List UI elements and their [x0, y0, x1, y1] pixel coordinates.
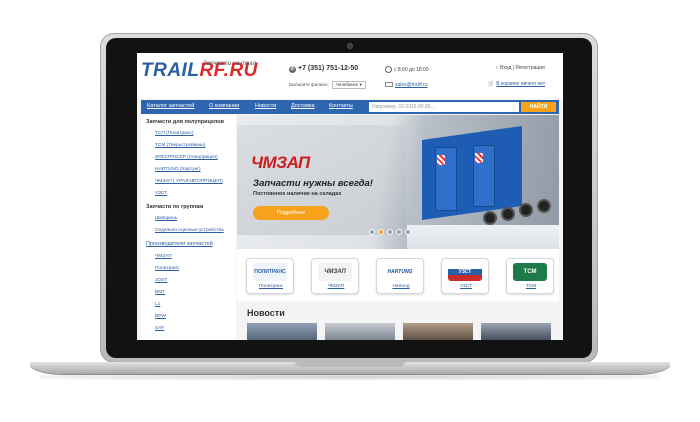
- sidebar-item-maker-jost[interactable]: JOST: [155, 278, 167, 283]
- logo-tagline: Запчасти на трал: [203, 61, 256, 67]
- cart-icon: 🛒: [488, 81, 495, 87]
- brand-card-politrans[interactable]: ПОЛИТРАНС Политранс: [246, 258, 294, 294]
- phone-icon: ✆: [289, 66, 296, 73]
- news-thumbnail[interactable]: [247, 323, 317, 340]
- wheel: [537, 199, 551, 213]
- sidebar-item-chmzap[interactable]: ЧМЗАП ( УРАЛАВТОПРИЦЕП): [155, 179, 223, 184]
- register-link[interactable]: Регистрация: [516, 65, 545, 71]
- product-mockup: TRAILRF.RU Запчасти на трал ✆ +7 (351) 75…: [0, 0, 700, 422]
- sidebar-item-hartung[interactable]: HARTUNG (Хартунг): [155, 167, 201, 172]
- banner-title: Запчасти нужны всегда!: [253, 178, 373, 189]
- nav-delivery[interactable]: Доставка: [291, 103, 315, 109]
- wheel: [501, 207, 515, 221]
- news-list: [247, 323, 559, 340]
- sidebar-section-manufacturers[interactable]: Производители запчастей: [146, 241, 213, 247]
- promo-banner: ЧМЗАП Запчасти нужны всегда! Постоянное …: [237, 115, 559, 249]
- laptop-shadow: [40, 374, 660, 380]
- banner-brand-logo: ЧМЗАП: [251, 153, 310, 172]
- brand-logo-uzst: УЗСТ: [448, 263, 482, 281]
- slider-dots: [369, 229, 414, 237]
- sidebar-item-uzst[interactable]: УЗСТ: [155, 191, 167, 196]
- camera-icon: [347, 43, 353, 49]
- snow-ground: [407, 225, 559, 249]
- sidebar-item-tsp[interactable]: ТСП (Политранс): [155, 131, 193, 136]
- brand-name: ЧМЗАП: [327, 284, 345, 289]
- wheel: [519, 203, 533, 217]
- site-logo[interactable]: TRAILRF.RU Запчасти на трал: [141, 60, 281, 90]
- warning-sign: [475, 153, 483, 163]
- laptop-notch: [295, 362, 405, 367]
- slide-dot-active[interactable]: [378, 229, 384, 235]
- slide-dot[interactable]: [405, 229, 411, 235]
- brand-card-chmzap[interactable]: ЧМЗАП ЧМЗАП: [311, 258, 359, 294]
- details-button[interactable]: Подробнее: [253, 206, 329, 220]
- brand-name: Hartung: [392, 284, 410, 289]
- sidebar-item-maker-saf[interactable]: SAF: [155, 326, 164, 331]
- news-heading: Новости: [247, 308, 285, 318]
- banner-subtitle: Постоянное наличие на складах: [253, 191, 342, 197]
- sidebar-item-specpricep[interactable]: SPECPRICEP (Спецприцеп): [155, 155, 218, 160]
- nav-about[interactable]: О компании: [209, 103, 239, 109]
- sidebar-item-tsm[interactable]: ТСМ (Тверьстроймаш): [155, 143, 205, 148]
- nav-contacts[interactable]: Контакты: [329, 103, 353, 109]
- warning-sign: [437, 155, 445, 165]
- nav-catalog[interactable]: Каталог запчастей: [147, 103, 194, 109]
- brand-logo-tsm: ТСМ: [513, 263, 547, 281]
- brand-name: Политранс: [258, 284, 284, 289]
- brand-name: ТСМ: [525, 284, 537, 289]
- slide-dot[interactable]: [396, 229, 402, 235]
- laptop-screen: TRAILRF.RU Запчасти на трал ✆ +7 (351) 75…: [137, 53, 563, 340]
- branch-selector: Выберите филиал: Челябинск ▾: [289, 81, 366, 89]
- search-input[interactable]: Например, 02.0316.90.00...: [369, 102, 519, 112]
- sidebar-item-maker-politrans[interactable]: Политранс: [155, 266, 179, 271]
- brand-card-hartung[interactable]: HARTUNG Hartung: [376, 258, 424, 294]
- catalog-sidebar: Запчасти для полуприцепов ТСП (Политранс…: [141, 115, 236, 340]
- email-link[interactable]: sales@tralrf.ru: [385, 82, 428, 88]
- user-icon: ♀: [495, 65, 499, 71]
- clock-icon: [385, 66, 392, 73]
- sidebar-section-trailers: Запчасти для полуприцепов: [146, 119, 225, 125]
- brand-card-tsm[interactable]: ТСМ ТСМ: [506, 258, 554, 294]
- working-hours: с 8:00 до 18:00: [385, 66, 429, 73]
- sidebar-item-maker-bpw[interactable]: BPW: [155, 314, 166, 319]
- sidebar-item-fifth-wheel[interactable]: Седельно-сцепные устройства: [155, 228, 224, 233]
- brand-carousel: ПОЛИТРАНС Политранс ЧМЗАП ЧМЗАП HARTUNG …: [237, 249, 559, 301]
- sidebar-item-maker-chmzap[interactable]: ЧМЗАП: [155, 254, 172, 259]
- envelope-icon: [385, 82, 393, 88]
- branch-label: Выберите филиал:: [289, 82, 329, 87]
- brand-card-uzst[interactable]: УЗСТ УЗСТ: [441, 258, 489, 294]
- news-thumbnail[interactable]: [325, 323, 395, 340]
- main-nav: Каталог запчастей О компании Новости Дос…: [141, 100, 559, 114]
- cart-link[interactable]: 🛒 В корзине ничего нет: [488, 81, 545, 87]
- site-header: TRAILRF.RU Запчасти на трал ✆ +7 (351) 75…: [137, 53, 563, 99]
- slide-dot[interactable]: [369, 229, 375, 235]
- sidebar-item-maker-bmt[interactable]: BMT: [155, 290, 165, 295]
- nav-news[interactable]: Новости: [255, 103, 276, 109]
- wheel: [483, 211, 497, 225]
- sidebar-section-groups: Запчасти по группам: [146, 204, 204, 210]
- slide-dot[interactable]: [387, 229, 393, 235]
- account-links: ♀ Вход | Регистрация: [495, 65, 545, 71]
- branch-dropdown[interactable]: Челябинск ▾: [332, 81, 366, 89]
- login-link[interactable]: Вход: [500, 65, 511, 71]
- news-thumbnail[interactable]: [403, 323, 473, 340]
- brand-logo-hartung: HARTUNG: [383, 263, 417, 281]
- brand-logo-politrans: ПОЛИТРАНС: [253, 263, 287, 281]
- search-button[interactable]: НАЙТИ: [521, 102, 556, 112]
- sidebar-item-kingpin[interactable]: Шкворень: [155, 216, 177, 221]
- news-thumbnail[interactable]: [481, 323, 551, 340]
- brand-name: УЗСТ: [459, 284, 473, 289]
- phone-number[interactable]: ✆ +7 (351) 751-12-50: [289, 65, 358, 73]
- sidebar-item-maker-l1[interactable]: L1: [155, 302, 160, 307]
- brand-logo-chmzap: ЧМЗАП: [318, 263, 352, 281]
